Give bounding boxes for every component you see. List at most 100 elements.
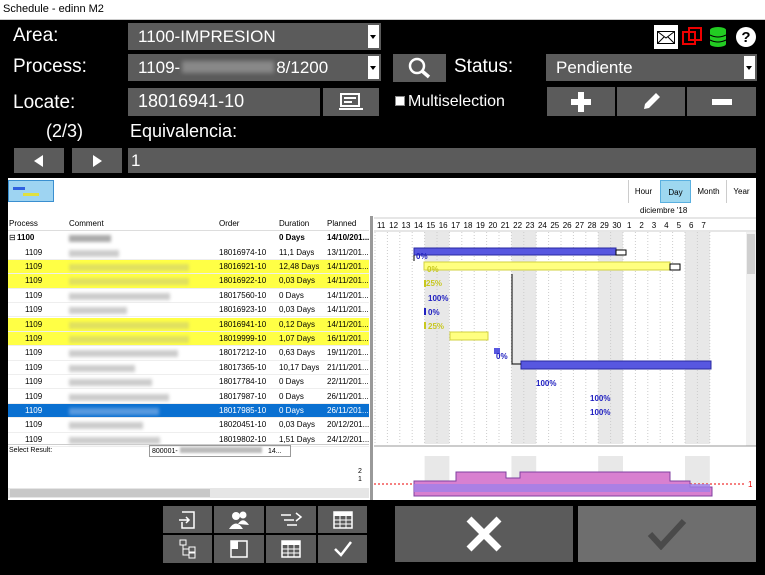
hierarchy-button[interactable] bbox=[163, 535, 212, 563]
email-icon[interactable] bbox=[654, 25, 678, 49]
gantt-bar-outline[interactable] bbox=[669, 263, 681, 271]
cell-process: 1109 bbox=[25, 377, 43, 387]
process-dropdown[interactable]: 1109- 8/1200 bbox=[128, 54, 381, 81]
redacted-text bbox=[69, 407, 159, 415]
locate-input[interactable]: 18016941-10 bbox=[128, 88, 320, 116]
locate-button[interactable] bbox=[323, 88, 379, 116]
accept-button[interactable] bbox=[578, 506, 756, 562]
schedule-panel: Hour Day Month Year Process Comment Orde… bbox=[8, 178, 756, 500]
cell-order: 18016974-10 bbox=[219, 247, 267, 257]
table-row[interactable]: 1109 18016941-10 0,12 Days 14/11/201... bbox=[8, 317, 369, 332]
layout-button[interactable] bbox=[214, 535, 264, 563]
day-label: 5 bbox=[677, 221, 682, 230]
minus-icon bbox=[711, 98, 732, 105]
import-button[interactable] bbox=[163, 506, 212, 533]
page-field[interactable]: 1 bbox=[128, 148, 756, 173]
table-row[interactable]: 1109 18017560-10 0 Days 14/11/201... bbox=[8, 288, 369, 304]
gantt-bar-outline[interactable] bbox=[615, 249, 627, 256]
add-button[interactable] bbox=[547, 87, 615, 116]
gantt-view-icon[interactable] bbox=[8, 180, 54, 202]
table-row[interactable]: 1109 18017985-10 0 Days 26/11/201... bbox=[8, 403, 369, 419]
table-row[interactable]: 1109 18017212-10 0,63 Days 19/11/201... bbox=[8, 346, 369, 361]
collapse-icon[interactable]: ⊟ bbox=[9, 231, 16, 245]
col-duration-header[interactable]: Duration bbox=[279, 219, 309, 228]
col-planned-header[interactable]: Planned bbox=[327, 219, 356, 228]
table-row[interactable]: 1109 18017987-10 0 Days 26/11/201... bbox=[8, 389, 369, 404]
table-row[interactable]: 1109 18016921-10 12,48 Days 14/11/201... bbox=[8, 259, 369, 275]
table-row[interactable]: 1109 18017784-10 0 Days 22/11/201... bbox=[8, 375, 369, 390]
edit-button[interactable] bbox=[617, 87, 685, 116]
splitter[interactable] bbox=[370, 216, 373, 500]
group-duration: 0 Days bbox=[279, 233, 305, 242]
help-icon[interactable]: ? bbox=[734, 25, 758, 49]
scale-hour-button[interactable]: Hour bbox=[628, 180, 658, 203]
status-dropdown[interactable]: Pendiente bbox=[546, 54, 757, 81]
users-icon bbox=[229, 511, 249, 529]
horizontal-scrollbar-left[interactable] bbox=[8, 488, 369, 498]
cell-order: 18020451-10 bbox=[219, 420, 267, 430]
grid-button[interactable] bbox=[266, 535, 316, 563]
day-label: 13 bbox=[402, 221, 411, 230]
table-row[interactable]: 1109 18019999-10 1,07 Days 16/11/201... bbox=[8, 331, 369, 347]
remove-button[interactable] bbox=[687, 87, 756, 116]
svg-text:?: ? bbox=[741, 29, 750, 46]
col-order-header[interactable]: Order bbox=[219, 219, 239, 228]
cancel-button[interactable] bbox=[395, 506, 573, 562]
cell-process: 1109 bbox=[25, 391, 43, 401]
redacted-text bbox=[69, 278, 189, 286]
table-view-button[interactable] bbox=[318, 506, 367, 533]
gantt-bar-yellow[interactable] bbox=[449, 331, 489, 341]
copy-red-icon[interactable] bbox=[680, 25, 704, 49]
cell-process: 1109 bbox=[25, 247, 43, 257]
cell-process: 1109 bbox=[25, 348, 43, 358]
group-row[interactable]: ⊟ 1100 0 Days 14/10/201... bbox=[8, 231, 369, 245]
table-row[interactable]: 1109 18016974-10 11,1 Days 13/11/201... bbox=[8, 245, 369, 260]
gantt-chart: diciembre '18 11 12 13 14 15 16 17 18 19 20 21 22 23… bbox=[374, 204, 756, 498]
table-row[interactable]: 1109 18020451-10 0,03 Days 20/12/201... bbox=[8, 418, 369, 433]
check-icon bbox=[333, 541, 352, 557]
confirm-small-button[interactable] bbox=[318, 535, 367, 563]
chevron-down-icon bbox=[368, 25, 379, 48]
locate-label: Locate: bbox=[13, 92, 76, 113]
table-row[interactable]: 1109 18016922-10 0,03 Days 14/11/201... bbox=[8, 274, 369, 289]
redacted-text bbox=[69, 249, 119, 257]
status-value: Pendiente bbox=[556, 58, 633, 77]
gantt-bar-blue[interactable] bbox=[520, 360, 712, 370]
scale-selector: Hour Day Month Year bbox=[628, 180, 756, 203]
gantt-bar-blue[interactable] bbox=[413, 247, 617, 256]
pencil-icon bbox=[644, 92, 660, 109]
scrollbar-thumb[interactable] bbox=[747, 234, 755, 274]
users-button[interactable] bbox=[214, 506, 264, 533]
cell-order: 18016923-10 bbox=[219, 305, 267, 315]
day-label: 23 bbox=[526, 221, 535, 230]
select-result-input[interactable]: 800001- 14... bbox=[149, 445, 291, 457]
cell-planned: 13/11/201... bbox=[327, 247, 369, 257]
redacted-text bbox=[69, 321, 189, 329]
hierarchy-icon bbox=[179, 539, 195, 559]
col-comment-header[interactable]: Comment bbox=[69, 219, 104, 228]
table-row[interactable]: 1109 18017365-10 10,17 Days 21/11/201... bbox=[8, 360, 369, 376]
redacted-text bbox=[69, 364, 135, 372]
scrollbar-thumb[interactable] bbox=[10, 489, 210, 497]
cell-planned: 14/11/201... bbox=[327, 276, 369, 286]
scale-year-button[interactable]: Year bbox=[726, 180, 756, 203]
cell-planned: 14/11/201... bbox=[327, 305, 369, 315]
day-label: 14 bbox=[414, 221, 423, 230]
previous-button[interactable] bbox=[14, 148, 64, 173]
scale-day-button[interactable]: Day bbox=[660, 180, 691, 203]
multiselection-checkbox[interactable] bbox=[395, 96, 405, 106]
table-icon bbox=[332, 510, 353, 529]
sort-button[interactable] bbox=[266, 506, 316, 533]
search-button[interactable] bbox=[393, 54, 446, 82]
table-row[interactable]: 1109 18016923-10 0,03 Days 14/11/201... bbox=[8, 303, 369, 318]
col-process-header[interactable]: Process bbox=[9, 219, 38, 228]
day-label: 12 bbox=[389, 221, 398, 230]
database-icon[interactable] bbox=[706, 25, 730, 49]
day-label: 19 bbox=[476, 221, 485, 230]
redacted-text bbox=[69, 335, 189, 343]
area-dropdown[interactable]: 1100-IMPRESION bbox=[128, 23, 381, 50]
load-right-label: 1 bbox=[748, 480, 753, 489]
gantt-bar-yellow[interactable] bbox=[423, 261, 671, 271]
scale-month-button[interactable]: Month bbox=[693, 180, 724, 203]
next-button[interactable] bbox=[72, 148, 122, 173]
